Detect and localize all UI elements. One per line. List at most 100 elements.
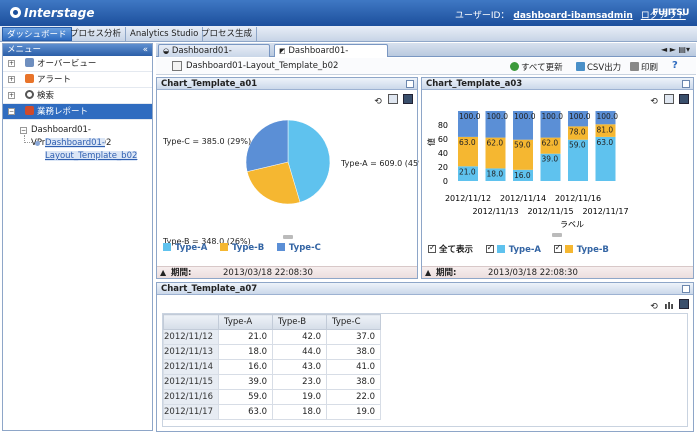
legend-type-b[interactable]: Type-B [553, 243, 609, 255]
checkbox-icon[interactable] [553, 243, 562, 253]
y-tick-label: 0 [443, 177, 448, 186]
nav-tab-analytics-studio[interactable]: Analytics Studio [126, 27, 204, 41]
expand-icon[interactable]: + [8, 92, 15, 99]
legend-label: Type-B [576, 245, 609, 255]
table-cell: 41.0 [326, 359, 381, 375]
legend-label: Type-B [232, 243, 265, 253]
column-header[interactable] [163, 314, 219, 330]
bar-data-label: 78.0 [569, 127, 586, 136]
nav-tab-process-analysis[interactable]: プロセス分析 [66, 27, 127, 41]
table-header-row: Type-A Type-B Type-C [163, 314, 381, 330]
panel-a01-footer: ▲ 期間: 2013/03/18 22:08:30 [157, 266, 417, 278]
collapse-icon[interactable]: − [20, 127, 27, 134]
collapse-icon[interactable]: − [8, 108, 15, 115]
user-id-link[interactable]: dashboard-ibamsadmin [513, 11, 632, 21]
sidebar-title: メニュー [7, 45, 42, 55]
panel-a03-tools: ⟲ [644, 94, 689, 107]
table-view-icon[interactable] [664, 94, 674, 104]
table-view-icon[interactable] [388, 94, 398, 104]
nav-tab-dashboard[interactable]: ダッシュボード [2, 27, 72, 41]
table-cell: 21.0 [218, 329, 273, 345]
show-all-checkbox[interactable]: 全て表示 [428, 243, 473, 255]
table-row[interactable]: 2012/11/13 18.0 44.0 38.0 [163, 344, 381, 360]
table-row[interactable]: 2012/11/17 63.0 18.0 19.0 [163, 404, 381, 420]
maximize-icon[interactable] [682, 285, 690, 293]
maximize-icon[interactable] [682, 80, 690, 88]
tree-item-layout[interactable]: Dashboard01-Layout_Template_b02 [3, 135, 152, 161]
table-row[interactable]: 2012/11/14 16.0 43.0 41.0 [163, 359, 381, 375]
table-row[interactable]: 2012/11/16 59.0 19.0 22.0 [163, 389, 381, 405]
doc-tab-dgrp[interactable]: ◒ Dashboard01-DGrp_...✕ [158, 44, 270, 68]
table-cell: 22.0 [326, 389, 381, 405]
save-icon[interactable] [679, 299, 689, 309]
sidebar-item-label: オーバービュー [37, 59, 97, 69]
y-tick-label: 40 [438, 149, 448, 158]
search-icon [25, 90, 34, 99]
user-label: ユーザーID： [455, 11, 510, 21]
y-axis-label: 値 [426, 138, 436, 146]
save-icon[interactable] [403, 94, 413, 104]
csv-export-button[interactable]: CSV出力 [576, 61, 621, 73]
panel-a01-header: Chart_Template_a01 [157, 78, 417, 90]
pie-label: Type-C = 385.0 (29%) [162, 137, 251, 146]
doc-tab-layout[interactable]: ◩ Dashboard01-Layo...✕ [274, 44, 388, 68]
column-header[interactable]: Type-C [326, 314, 381, 330]
table-cell: 44.0 [272, 344, 327, 360]
logo-text: Interstage [24, 6, 95, 20]
table-row[interactable]: 2012/11/15 39.0 23.0 38.0 [163, 374, 381, 390]
tab-scroll-controls[interactable]: ◄ ► ▤▾ [661, 45, 690, 54]
leaf-icon [35, 141, 40, 146]
panel-a03-header: Chart_Template_a03 [422, 78, 693, 90]
refresh-label: すべて更新 [521, 63, 563, 73]
legend-type-a[interactable]: Type-A [485, 243, 541, 255]
resize-grip[interactable] [283, 235, 293, 239]
refresh-icon[interactable]: ⟲ [649, 302, 659, 312]
save-icon[interactable] [679, 94, 689, 104]
column-header[interactable]: Type-A [218, 314, 273, 330]
panel-a07-header: Chart_Template_a07 [157, 283, 693, 295]
table-cell: 19.0 [326, 404, 381, 420]
maximize-icon[interactable] [406, 80, 414, 88]
refresh-icon[interactable]: ⟲ [373, 97, 383, 107]
collapse-icon[interactable]: ▲ [160, 267, 166, 279]
refresh-icon [510, 62, 519, 71]
print-button[interactable]: 印刷 [630, 61, 658, 73]
bar-data-label: 100.0 [514, 112, 536, 121]
collapse-icon[interactable]: ▲ [425, 267, 431, 279]
checkbox-icon[interactable] [428, 243, 436, 253]
sidebar-item-search[interactable]: + 検索 [3, 88, 152, 104]
pie-legend: Type-A Type-B Type-C [163, 243, 331, 253]
legend-swatch [276, 243, 285, 251]
bar-data-label: 63.0 [459, 138, 476, 147]
sidebar-item-overview[interactable]: + オーバービュー [3, 56, 152, 72]
expand-icon[interactable]: + [8, 76, 15, 83]
resize-grip[interactable] [552, 233, 562, 237]
x-tick-label: 2012/11/16 [555, 194, 601, 203]
nav-tab-process-generation[interactable]: プロセス生成 [197, 27, 258, 41]
help-button[interactable]: ? [672, 60, 678, 71]
document-icon: ◩ [279, 47, 286, 55]
checkbox-icon[interactable] [485, 243, 494, 253]
table-row[interactable]: 2012/11/12 21.0 42.0 37.0 [163, 329, 381, 345]
row-date-cell: 2012/11/13 [163, 344, 219, 360]
panel-a07: Chart_Template_a07 ⟲ ılı Type-A Type-B Ty… [156, 282, 694, 432]
table-cell: 38.0 [326, 374, 381, 390]
sidebar-item-label: アラート [37, 75, 72, 85]
bar-legend: 全て表示 Type-A Type-B [428, 243, 619, 255]
period-value: 2013/03/18 22:08:30 [223, 268, 313, 278]
page-title: Dashboard01-Layout_Template_b02 [186, 61, 339, 71]
sidebar-item-alert[interactable]: + アラート [3, 72, 152, 88]
expand-icon[interactable]: + [8, 60, 15, 67]
refresh-all-button[interactable]: すべて更新 [510, 61, 563, 73]
chart-view-icon[interactable]: ılı [664, 302, 674, 312]
x-tick-label: 2012/11/12 [445, 194, 491, 203]
sidebar-collapse-button[interactable]: « [143, 44, 148, 56]
column-header[interactable]: Type-B [272, 314, 327, 330]
tree-item-label[interactable]: Dashboard01-Layout_Template_b02 [45, 138, 138, 161]
show-all-label: 全て表示 [439, 245, 474, 255]
table-cell: 19.0 [272, 389, 327, 405]
sidebar-item-business-report[interactable]: − 業務レポート [3, 104, 152, 120]
legend-type-b: Type-B [220, 243, 264, 253]
data-table: Type-A Type-B Type-C 2012/11/12 21.0 42.0 3… [163, 314, 381, 420]
panel-a01: Chart_Template_a01 ⟲ Type-A = 609.0 (45%… [156, 77, 419, 279]
